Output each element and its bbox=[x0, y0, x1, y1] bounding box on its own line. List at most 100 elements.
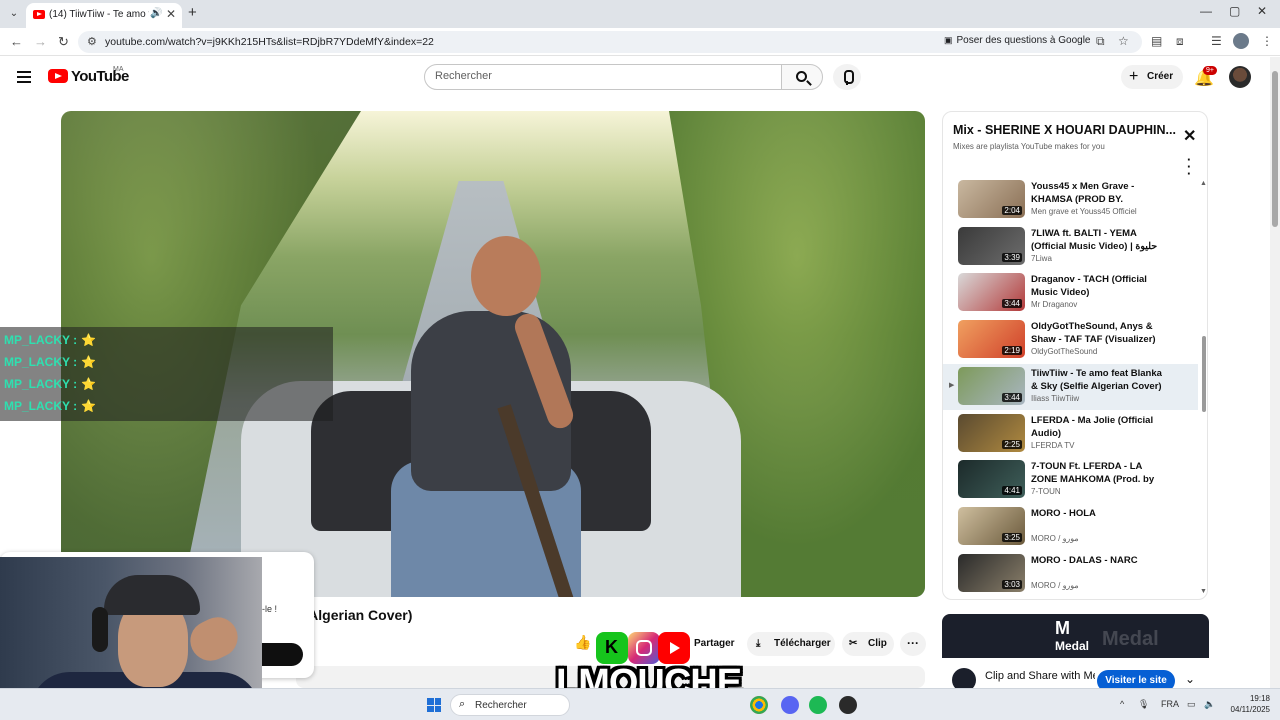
volume-icon[interactable]: 🔈 bbox=[1204, 699, 1215, 710]
create-button[interactable]: + Créer bbox=[1121, 65, 1183, 89]
browser-menu-icon[interactable]: ⋮ bbox=[1261, 34, 1273, 48]
voice-search-icon[interactable] bbox=[833, 64, 861, 90]
playlist-item-channel: Iliass TiiwTiiw bbox=[1031, 393, 1080, 403]
forward-arrow-icon[interactable]: → bbox=[34, 34, 47, 49]
scroll-up-icon[interactable]: ▲ bbox=[1200, 180, 1207, 187]
ad-title[interactable]: Clip and Share with Medal bbox=[985, 670, 1095, 688]
video-thumbnail[interactable]: 2:19 bbox=[958, 320, 1025, 359]
video-thumbnail[interactable]: 4:41 bbox=[958, 460, 1025, 499]
playlist-item[interactable]: 2:25 LFERDA - Ma Jolie (Official Audio) LF… bbox=[943, 411, 1198, 457]
youtube-logo-icon[interactable] bbox=[48, 69, 68, 83]
ad-banner[interactable]: Medal M Medal bbox=[942, 614, 1209, 658]
download-button[interactable]: ⤓ Télécharger bbox=[747, 632, 835, 656]
obs-icon[interactable] bbox=[839, 696, 857, 714]
youtube-favicon-icon bbox=[33, 10, 45, 19]
video-thumbnail[interactable]: 3:44 bbox=[958, 366, 1025, 405]
playlist-item[interactable]: 2:04 Youss45 x Men Grave - KHAMSA (PROD B… bbox=[943, 177, 1198, 223]
tab-close-icon[interactable]: ✕ bbox=[166, 7, 176, 21]
close-icon[interactable]: ✕ bbox=[1183, 126, 1196, 146]
extensions-puzzle-icon[interactable]: ⧈ bbox=[1176, 34, 1184, 49]
microphone-icon[interactable]: 🎙 bbox=[1138, 699, 1149, 710]
more-options-icon[interactable]: · · · bbox=[1187, 153, 1191, 180]
download-label: Télécharger bbox=[774, 638, 831, 649]
site-info-icon[interactable]: ⚙ bbox=[87, 35, 97, 48]
address-bar[interactable]: ⚙ youtube.com/watch?v=j9KKh215HTs&list=R… bbox=[78, 31, 1142, 53]
spotify-icon[interactable] bbox=[809, 696, 827, 714]
playlist-item-title[interactable]: MORO - HOLA bbox=[1031, 507, 1165, 520]
search-button[interactable] bbox=[781, 64, 823, 90]
bookmark-star-icon[interactable]: ☆ bbox=[1118, 34, 1129, 48]
playlist-subtitle: Mixes are playlista YouTube makes for yo… bbox=[953, 142, 1105, 151]
taskbar-search[interactable]: ⌕ Rechercher bbox=[450, 694, 570, 716]
playlist-item-title[interactable]: TiiwTiiw - Te amo feat Blanka & Sky (Sel… bbox=[1031, 367, 1165, 393]
more-actions-button[interactable]: ··· bbox=[900, 632, 926, 656]
windows-start-icon[interactable] bbox=[427, 698, 441, 712]
speaker-icon[interactable]: 🔊 bbox=[150, 8, 162, 19]
scroll-down-icon[interactable]: ▼ bbox=[1200, 588, 1207, 595]
chrome-icon[interactable] bbox=[750, 696, 768, 714]
tab-search-icon[interactable]: ⌄ bbox=[6, 6, 22, 22]
playlist-item[interactable]: 4:41 7-TOUN Ft. LFERDA - LA ZONE MAHKOMA … bbox=[943, 457, 1198, 503]
video-thumbnail[interactable]: 3:03 bbox=[958, 553, 1025, 592]
playlist-item-title[interactable]: OldyGotTheSound, Anys & Shaw - TAF TAF (… bbox=[1031, 320, 1165, 346]
playlist-item-title[interactable]: Draganov - TACH (Official Music Video) bbox=[1031, 273, 1165, 299]
video-thumbnail[interactable]: 2:04 bbox=[958, 180, 1025, 218]
close-window-button[interactable]: ✕ bbox=[1257, 4, 1267, 18]
playlist-item-title[interactable]: MORO - DALAS - NARC bbox=[1031, 554, 1165, 567]
ad-brand: Medal bbox=[1055, 639, 1090, 653]
playlist-scrollbar[interactable] bbox=[1202, 336, 1206, 412]
share-button[interactable]: Partager bbox=[694, 638, 735, 649]
duration-badge: 2:04 bbox=[1002, 206, 1022, 215]
language-indicator[interactable]: FRA bbox=[1161, 699, 1179, 709]
extensions-tab-icon[interactable]: ▤ bbox=[1151, 34, 1162, 48]
playlist-item-title[interactable]: 7-TOUN Ft. LFERDA - LA ZONE MAHKOMA (Pro… bbox=[1031, 460, 1165, 486]
ask-google-button[interactable]: Poser des questions à Google bbox=[944, 35, 1091, 46]
reading-list-icon[interactable]: ☰ bbox=[1211, 34, 1222, 48]
playlist-item-title[interactable]: LFERDA - Ma Jolie (Official Audio) bbox=[1031, 414, 1165, 440]
playlist-item-title[interactable]: Youss45 x Men Grave - KHAMSA (PROD BY. A… bbox=[1031, 180, 1165, 206]
create-label: Créer bbox=[1147, 71, 1174, 82]
taskbar-clock[interactable]: 19:18 04/11/2025 bbox=[1226, 693, 1270, 715]
video-thumbnail[interactable]: 2:25 bbox=[958, 413, 1025, 452]
playlist-item-channel: 7Liwa bbox=[1031, 253, 1052, 263]
browser-profile-avatar[interactable] bbox=[1233, 33, 1249, 49]
account-avatar[interactable] bbox=[1229, 66, 1251, 88]
playlist-title[interactable]: Mix - SHERINE X HOUARI DAUPHIN... bbox=[953, 123, 1177, 137]
restore-button[interactable]: ▢ bbox=[1229, 4, 1240, 18]
playlist-item[interactable]: 3:03 MORO - DALAS - NARC MORO / مورو bbox=[943, 551, 1198, 597]
search-box[interactable] bbox=[424, 64, 782, 90]
playlist-item[interactable]: ▶ 3:44 TiiwTiiw - Te amo feat Blanka & Sky… bbox=[943, 363, 1198, 410]
playlist-item[interactable]: 2:19 OldyGotTheSound, Anys & Shaw - TAF T… bbox=[943, 317, 1198, 363]
page-scrollbar[interactable] bbox=[1270, 57, 1280, 688]
like-icon[interactable]: 👍 bbox=[574, 634, 591, 651]
video-thumbnail[interactable]: 3:44 bbox=[958, 273, 1025, 312]
new-tab-button[interactable]: + bbox=[188, 4, 197, 21]
playlist-item-channel: LFERDA TV bbox=[1031, 440, 1075, 450]
playlist-item-title[interactable]: 7LIWA ft. BALTI - YEMA (Official Music V… bbox=[1031, 227, 1165, 253]
menu-icon[interactable] bbox=[17, 71, 31, 83]
minimize-button[interactable]: — bbox=[1200, 4, 1212, 18]
network-icon[interactable]: ▭ bbox=[1187, 699, 1196, 710]
show-hidden-icons-icon[interactable]: ^ bbox=[1120, 699, 1124, 709]
playlist-item[interactable]: 3:44 Draganov - TACH (Official Music Vide… bbox=[943, 270, 1198, 316]
playlist-item[interactable]: 3:39 7LIWA ft. BALTI - YEMA (Official Mus… bbox=[943, 224, 1198, 270]
url-text[interactable]: youtube.com/watch?v=j9KKh215HTs&list=RDj… bbox=[105, 36, 434, 48]
playlist-item-channel: MORO / مورو bbox=[1031, 580, 1079, 590]
clip-label: Clip bbox=[868, 638, 887, 649]
search-icon: ⌕ bbox=[459, 698, 466, 710]
search-input[interactable] bbox=[435, 70, 765, 82]
playlist-item-channel: 7-TOUN bbox=[1031, 487, 1061, 497]
discord-icon[interactable] bbox=[781, 696, 799, 714]
screen: ⌄ (14) TiiwTiiw - Te amo feat Blanka & S… bbox=[0, 0, 1280, 720]
clip-button[interactable]: ✂ Clip bbox=[842, 632, 894, 656]
duration-badge: 3:25 bbox=[1002, 532, 1022, 542]
playlist-item[interactable]: 3:25 MORO - HOLA MORO / مورو bbox=[943, 504, 1198, 550]
back-arrow-icon[interactable]: ← bbox=[10, 34, 23, 49]
chevron-down-icon[interactable]: ⌄ bbox=[1185, 672, 1195, 686]
video-thumbnail[interactable]: 3:39 bbox=[958, 226, 1025, 265]
reload-icon[interactable]: ↻ bbox=[58, 34, 69, 50]
browser-tab-youtube[interactable]: (14) TiiwTiiw - Te amo feat Blanka & Sky… bbox=[26, 3, 182, 28]
page-scrollbar-thumb[interactable] bbox=[1272, 71, 1278, 227]
install-icon[interactable]: ⧉ bbox=[1096, 34, 1105, 49]
video-thumbnail[interactable]: 3:25 bbox=[958, 506, 1025, 545]
